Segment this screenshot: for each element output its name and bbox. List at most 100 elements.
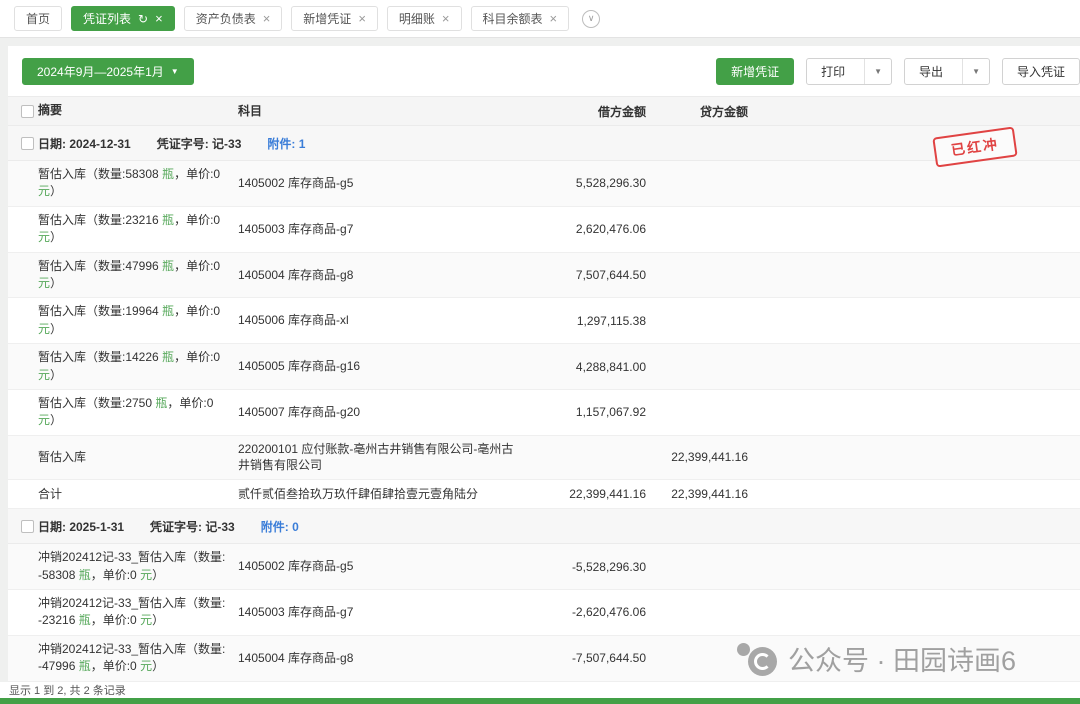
- unit-label: 瓶: [155, 396, 167, 410]
- tab-voucher-list[interactable]: 凭证列表 ↻ ×: [71, 6, 175, 31]
- close-icon[interactable]: ×: [358, 12, 366, 25]
- date-range-button[interactable]: 2024年9月—2025年1月 ▼: [22, 58, 194, 85]
- caret-down-icon: ▼: [171, 68, 179, 76]
- summary-text: 暂估入库（数量:23216: [38, 213, 162, 227]
- unit-label: 元: [38, 322, 50, 336]
- debit-cell: 7,507,644.50: [530, 268, 646, 282]
- voucher-entry-row[interactable]: 暂估入库（数量:47996 瓶，单价:0 元） 1405004 库存商品-g8 …: [8, 253, 1080, 299]
- tab-new-voucher[interactable]: 新增凭证 ×: [291, 6, 378, 31]
- summary-text: ，单价:0: [167, 396, 213, 410]
- button-label: 导出: [905, 63, 955, 80]
- close-icon[interactable]: ×: [442, 12, 450, 25]
- summary-cell: 冲销202412记-33_暂估入库（数量:-58308 瓶，单价:0 元）: [38, 549, 238, 584]
- summary-cell: 冲销202412记-33_暂估入库（数量:-47996 瓶，单价:0 元）: [38, 641, 238, 676]
- summary-text: ）: [50, 276, 62, 290]
- unit-label: 瓶: [162, 259, 174, 273]
- add-voucher-button[interactable]: 新增凭证: [716, 58, 794, 85]
- summary-text: 暂估入库（数量:2750: [38, 396, 155, 410]
- summary-cell: 暂估入库（数量:23216 瓶，单价:0 元）: [38, 212, 238, 247]
- tab-home[interactable]: 首页: [14, 6, 62, 31]
- summary-text: ）: [152, 568, 164, 582]
- tab-detail-ledger[interactable]: 明细账 ×: [387, 6, 462, 31]
- account-cell: 1405006 库存商品-xl: [238, 312, 530, 329]
- voucher-entry-row[interactable]: 冲销202412记-33_暂估入库（数量:-47996 瓶，单价:0 元） 14…: [8, 636, 1080, 682]
- voucher-entry-row[interactable]: 暂估入库（数量:19964 瓶，单价:0 元） 1405006 库存商品-xl …: [8, 298, 1080, 344]
- tab-label: 资产负债表: [196, 10, 256, 27]
- print-dropdown[interactable]: ▼: [864, 59, 891, 84]
- summary-cell: 冲销202412记-33_暂估入库（数量:-23216 瓶，单价:0 元）: [38, 595, 238, 630]
- summary-text: ）: [50, 368, 62, 382]
- print-button[interactable]: 打印 ▼: [806, 58, 892, 85]
- voucher-entry-row[interactable]: 暂估入库（数量:58308 瓶，单价:0 元） 1405002 库存商品-g5 …: [8, 161, 1080, 207]
- voucher-entry-row[interactable]: 冲销202412记-33_暂估入库（数量:-23216 瓶，单价:0 元） 14…: [8, 590, 1080, 636]
- unit-label: 瓶: [79, 659, 91, 673]
- voucher-entry-row[interactable]: 暂估入库（数量:23216 瓶，单价:0 元） 1405003 库存商品-g7 …: [8, 207, 1080, 253]
- debit-cell: 1,297,115.38: [530, 314, 646, 328]
- voucher-entry-row[interactable]: 冲销202412记-33_暂估入库（数量:-58308 瓶，单价:0 元） 14…: [8, 544, 1080, 590]
- tab-label: 科目余额表: [483, 10, 543, 27]
- account-cell: 1405002 库存商品-g5: [238, 175, 530, 192]
- select-all-checkbox[interactable]: [21, 105, 34, 118]
- tab-label: 首页: [26, 10, 50, 27]
- voucher-group-header: 日期: 2024-12-31 凭证字号: 记-33 附件: 1 已红冲: [8, 126, 1080, 161]
- group-voucher-no: 凭证字号: 记-33: [157, 135, 242, 152]
- summary-cell: 暂估入库: [38, 449, 238, 466]
- refresh-icon[interactable]: ↻: [138, 13, 148, 25]
- debit-cell: 4,288,841.00: [530, 360, 646, 374]
- unit-label: 元: [38, 276, 50, 290]
- close-icon[interactable]: ×: [155, 12, 163, 25]
- unit-label: 瓶: [79, 568, 91, 582]
- summary-text: ，单价:0: [91, 613, 140, 627]
- voucher-entry-row[interactable]: 暂估入库（数量:14226 瓶，单价:0 元） 1405005 库存商品-g16…: [8, 344, 1080, 390]
- tab-list-dropdown[interactable]: ∨: [582, 10, 600, 28]
- tab-label: 明细账: [399, 10, 435, 27]
- group-voucher-no: 凭证字号: 记-33: [150, 518, 235, 535]
- account-cell: 1405002 库存商品-g5: [238, 558, 530, 575]
- voucher-entry-row[interactable]: 暂估入库 220200101 应付账款-亳州古井销售有限公司-亳州古井销售有限公…: [8, 436, 1080, 481]
- export-dropdown[interactable]: ▼: [962, 59, 989, 84]
- summary-text: ，单价:0: [91, 568, 140, 582]
- group-date: 日期: 2024-12-31: [38, 135, 131, 152]
- summary-text: ）: [50, 413, 62, 427]
- unit-label: 元: [38, 230, 50, 244]
- group-date: 日期: 2025-1-31: [38, 518, 124, 535]
- credit-cell: 22,399,441.16: [646, 450, 748, 464]
- summary-text: 暂估入库（数量:58308: [38, 167, 162, 181]
- close-icon[interactable]: ×: [550, 12, 558, 25]
- toolbar-actions: 新增凭证 打印 ▼ 导出 ▼ 导入凭证 整: [716, 58, 1080, 85]
- close-icon[interactable]: ×: [263, 12, 271, 25]
- account-cell: 1405004 库存商品-g8: [238, 267, 530, 284]
- debit-cell: 1,157,067.92: [530, 405, 646, 419]
- group-checkbox[interactable]: [21, 520, 34, 533]
- group1-rows: 暂估入库（数量:58308 瓶，单价:0 元） 1405002 库存商品-g5 …: [8, 161, 1080, 509]
- voucher-entry-row[interactable]: 暂估入库（数量:2750 瓶，单价:0 元） 1405007 库存商品-g20 …: [8, 390, 1080, 436]
- amount-in-words-cell: 贰仟贰佰叁拾玖万玖仟肆佰肆拾壹元壹角陆分: [238, 486, 530, 503]
- attachment-link[interactable]: 附件: 0: [261, 518, 299, 535]
- unit-label: 瓶: [162, 350, 174, 364]
- summary-cell: 暂估入库（数量:58308 瓶，单价:0 元）: [38, 166, 238, 201]
- voucher-group-header: 日期: 2025-1-31 凭证字号: 记-33 附件: 0: [8, 509, 1080, 544]
- header-summary: 摘要: [38, 102, 238, 119]
- record-count-text: 显示 1 到 2, 共 2 条记录: [9, 682, 126, 698]
- summary-text: ）: [50, 230, 62, 244]
- debit-cell: 2,620,476.06: [530, 222, 646, 236]
- summary-text: 暂估入库（数量:47996: [38, 259, 162, 273]
- tab-bar: 首页 凭证列表 ↻ × 资产负债表 × 新增凭证 × 明细账 × 科目余额表 ×…: [0, 0, 1080, 38]
- summary-cell: 暂估入库（数量:19964 瓶，单价:0 元）: [38, 303, 238, 338]
- group-checkbox[interactable]: [21, 137, 34, 150]
- unit-label: 元: [38, 184, 50, 198]
- bottom-accent-bar: [0, 698, 1080, 704]
- summary-text: ）: [50, 184, 62, 198]
- unit-label: 元: [38, 368, 50, 382]
- group2-rows: 冲销202412记-33_暂估入库（数量:-58308 瓶，单价:0 元） 14…: [8, 544, 1080, 682]
- unit-label: 瓶: [162, 167, 174, 181]
- record-count-bar: 显示 1 到 2, 共 2 条记录: [0, 682, 1080, 698]
- export-button[interactable]: 导出 ▼: [904, 58, 990, 85]
- tab-balance-sheet[interactable]: 资产负债表 ×: [184, 6, 283, 31]
- attachment-link[interactable]: 附件: 1: [267, 135, 305, 152]
- unit-label: 元: [140, 568, 152, 582]
- tab-label: 凭证列表: [83, 10, 131, 27]
- summary-text: ，单价:0: [174, 167, 220, 181]
- import-voucher-button[interactable]: 导入凭证: [1002, 58, 1080, 85]
- tab-account-balance[interactable]: 科目余额表 ×: [471, 6, 570, 31]
